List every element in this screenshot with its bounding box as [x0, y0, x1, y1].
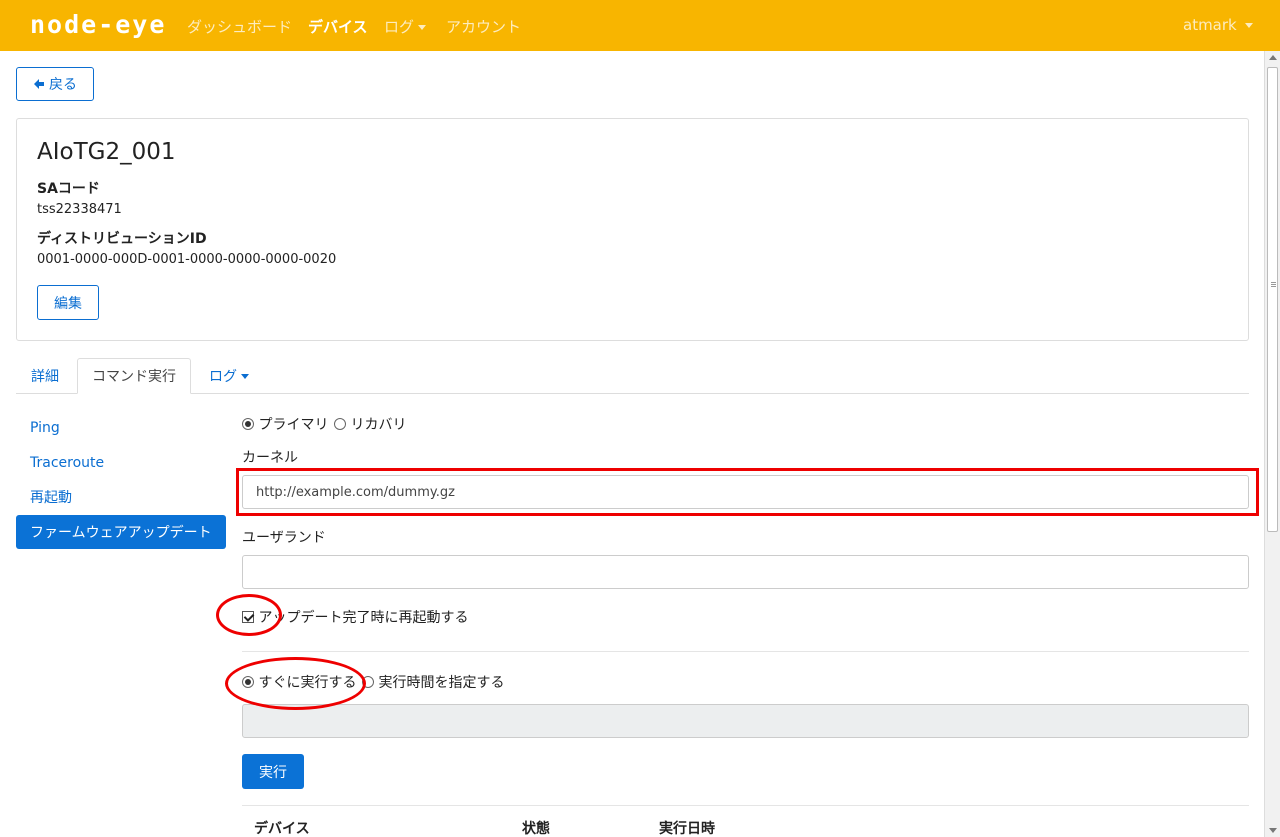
radio-primary[interactable]: [242, 418, 254, 430]
radio-recovery[interactable]: [334, 418, 346, 430]
chevron-down-icon: [241, 373, 249, 379]
user-name: atmark: [1183, 16, 1237, 34]
distribution-id-label: ディストリビューションID: [37, 231, 207, 247]
nav-account[interactable]: アカウント: [446, 16, 521, 37]
schedule-option[interactable]: 実行時間を指定する: [362, 672, 504, 692]
execute-button[interactable]: 実行: [242, 754, 304, 789]
annotation-circle-reboot: [216, 594, 282, 636]
sa-code-label: SAコード: [37, 181, 100, 197]
target-recovery-option[interactable]: リカバリ: [334, 414, 406, 434]
side-item-firmware-update[interactable]: ファームウェアアップデート: [16, 515, 226, 549]
tab-logs[interactable]: ログ: [196, 358, 262, 394]
schedule-label: 実行時間を指定する: [378, 675, 505, 691]
scroll-up-icon[interactable]: [1269, 55, 1277, 60]
edit-button[interactable]: 編集: [37, 285, 99, 320]
reboot-label: アップデート完了時に再起動する: [258, 610, 469, 626]
nav-logs[interactable]: ログ: [384, 16, 427, 37]
side-item-reboot[interactable]: 再起動: [16, 480, 226, 514]
annotation-circle-run-now: [225, 657, 366, 710]
user-menu[interactable]: atmark: [1183, 16, 1253, 34]
target-primary-option[interactable]: プライマリ: [242, 414, 328, 434]
distribution-id-value: 0001-0000-000D-0001-0000-0000-0000-0020: [37, 252, 337, 267]
brand-logo[interactable]: node-eye: [30, 10, 166, 39]
annotation-highlight-kernel: [236, 468, 1259, 516]
target-recovery-label: リカバリ: [350, 417, 407, 433]
userland-label: ユーザランド: [242, 530, 326, 546]
arrow-left-icon: [34, 79, 44, 89]
scroll-down-icon[interactable]: [1269, 828, 1277, 833]
nav-logs-label: ログ: [384, 18, 415, 36]
chevron-down-icon: [1244, 23, 1253, 28]
tab-command[interactable]: コマンド実行: [77, 358, 191, 394]
sa-code-value: tss22338471: [37, 202, 122, 217]
page-scrollbar[interactable]: [1264, 51, 1280, 837]
kernel-label: カーネル: [242, 450, 298, 466]
tab-details[interactable]: 詳細: [16, 358, 74, 394]
top-navbar: node-eye ダッシュボード デバイス ログ アカウント atmark: [0, 0, 1280, 51]
back-button[interactable]: 戻る: [16, 67, 94, 101]
device-name: AIoTG2_001: [37, 139, 176, 165]
table-top-divider: [242, 805, 1249, 806]
column-header-status: 状態: [522, 821, 550, 837]
grip-icon: [1271, 282, 1276, 283]
nav-dashboard[interactable]: ダッシュボード: [187, 16, 292, 37]
column-header-device: デバイス: [254, 821, 310, 837]
column-header-executed-at: 実行日時: [659, 821, 715, 837]
side-item-ping[interactable]: Ping: [16, 411, 226, 445]
scrollbar-thumb[interactable]: [1267, 67, 1278, 532]
schedule-datetime-input: [242, 704, 1249, 738]
form-divider: [242, 651, 1249, 652]
target-primary-label: プライマリ: [258, 417, 329, 433]
side-item-traceroute[interactable]: Traceroute: [16, 446, 226, 480]
tab-logs-label: ログ: [209, 369, 237, 385]
back-button-label: 戻る: [49, 77, 77, 93]
nav-devices[interactable]: デバイス: [308, 16, 368, 37]
chevron-down-icon: [418, 25, 427, 30]
userland-url-input[interactable]: [242, 555, 1249, 589]
